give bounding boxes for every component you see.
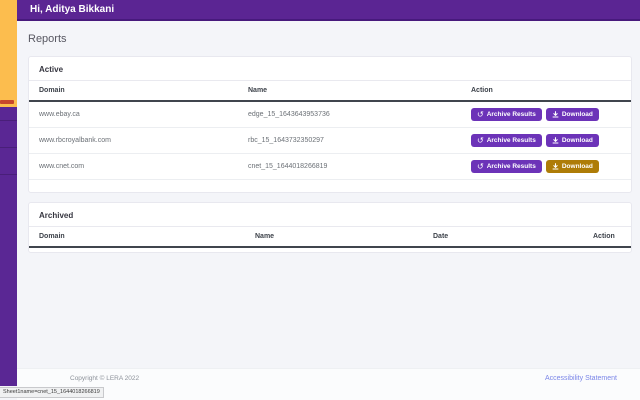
undo-icon: ↺	[477, 163, 484, 171]
undo-icon: ↺	[477, 111, 484, 119]
copyright-text: Copyright © LERA 2022	[70, 375, 139, 382]
footer-band	[17, 368, 640, 400]
page-title: Reports	[28, 33, 67, 45]
column-header-domain: Domain	[29, 81, 238, 101]
archived-reports-card: Archived Domain Name Date Action	[28, 202, 632, 253]
archived-section-title: Archived	[29, 203, 631, 227]
toolbar-orange-section	[0, 0, 17, 107]
download-icon	[552, 163, 559, 170]
toolbar-divider	[0, 147, 17, 148]
active-reports-card: Active Domain Name Action www.ebay.ca ed…	[28, 56, 632, 193]
archived-reports-table: Domain Name Date Action	[29, 227, 631, 248]
column-header-action: Action	[583, 227, 631, 247]
download-button-label: Download	[562, 163, 593, 170]
active-section-title: Active	[29, 57, 631, 81]
archive-results-button[interactable]: ↺ Archive Results	[471, 160, 542, 173]
table-row: www.ebay.ca edge_15_1643643953736 ↺ Arch…	[29, 101, 631, 128]
undo-icon: ↺	[477, 137, 484, 145]
download-icon	[552, 137, 559, 144]
download-button-label: Download	[562, 111, 593, 118]
archive-button-label: Archive Results	[487, 163, 536, 170]
download-button-label: Download	[562, 137, 593, 144]
download-icon	[552, 111, 559, 118]
archive-results-button[interactable]: ↺ Archive Results	[471, 108, 542, 121]
domain-cell: www.rbcroyalbank.com	[29, 128, 238, 154]
toolbar-purple-section	[0, 107, 17, 386]
domain-cell: www.cnet.com	[29, 154, 238, 180]
download-button[interactable]: Download	[546, 134, 599, 147]
active-reports-table: Domain Name Action www.ebay.ca edge_15_1…	[29, 81, 631, 180]
toolbar-divider	[0, 120, 17, 121]
domain-cell: www.ebay.ca	[29, 101, 238, 128]
column-header-action: Action	[461, 81, 631, 101]
column-header-domain: Domain	[29, 227, 245, 247]
archive-button-label: Archive Results	[487, 111, 536, 118]
left-toolbar-strip	[0, 0, 17, 386]
accessibility-statement-link[interactable]: Accessibility Statement	[545, 375, 617, 382]
toolbar-red-text	[0, 100, 14, 104]
name-cell: edge_15_1643643953736	[238, 101, 461, 128]
table-row: www.rbcroyalbank.com rbc_15_164373235029…	[29, 128, 631, 154]
column-header-name: Name	[238, 81, 461, 101]
download-button[interactable]: Download	[546, 108, 599, 121]
archive-button-label: Archive Results	[487, 137, 536, 144]
download-button-hovered[interactable]: Download	[546, 160, 599, 173]
toolbar-divider	[0, 174, 17, 175]
name-cell: cnet_15_1644018266819	[238, 154, 461, 180]
table-header-row: Domain Name Date Action	[29, 227, 631, 247]
table-header-row: Domain Name Action	[29, 81, 631, 101]
column-header-name: Name	[245, 227, 423, 247]
app-header: Hi, Aditya Bikkani	[17, 0, 640, 21]
archive-results-button[interactable]: ↺ Archive Results	[471, 134, 542, 147]
browser-status-tooltip: Sheet1name=cnet_15_1644018266819	[0, 387, 104, 398]
table-row: www.cnet.com cnet_15_1644018266819 ↺ Arc…	[29, 154, 631, 180]
column-header-date: Date	[423, 227, 583, 247]
name-cell: rbc_15_1643732350297	[238, 128, 461, 154]
main-content: Reports Active Domain Name Action www.eb…	[17, 21, 640, 400]
greeting-text: Hi, Aditya Bikkani	[30, 4, 114, 15]
